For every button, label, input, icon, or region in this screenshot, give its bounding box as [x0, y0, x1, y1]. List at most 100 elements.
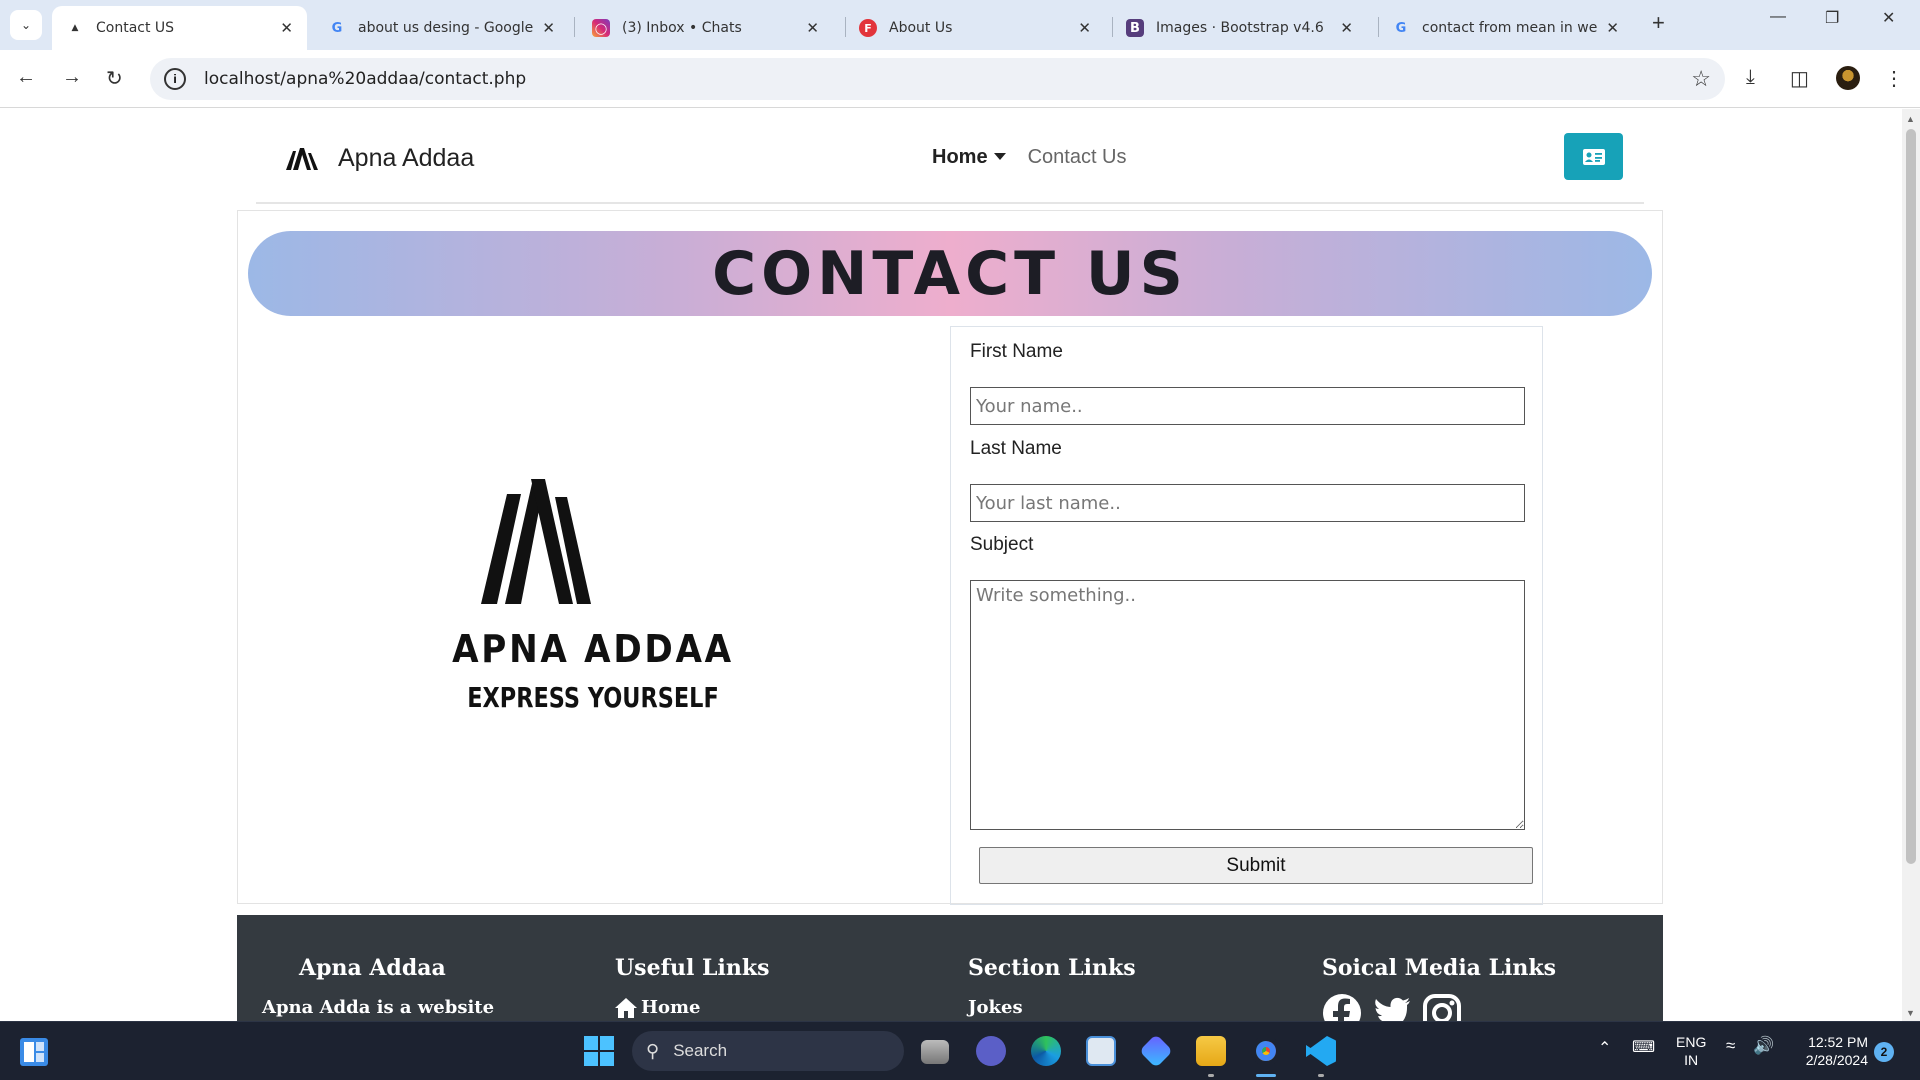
side-panel-icon[interactable]: ◫	[1790, 66, 1809, 91]
download-icon[interactable]: ⤓	[1746, 66, 1755, 89]
teams-chat-icon[interactable]	[976, 1036, 1006, 1066]
footer-home-label: Home	[641, 997, 701, 1018]
site-info-icon[interactable]: i	[164, 68, 186, 90]
show-hidden-icons-chevron-icon[interactable]: ⌃	[1598, 1038, 1611, 1058]
volume-icon[interactable]: 🔊	[1753, 1036, 1774, 1056]
running-indicator	[1208, 1074, 1214, 1077]
page-scrollbar[interactable]: ▲ ▼	[1902, 109, 1920, 1021]
brand[interactable]: Apna Addaa	[286, 144, 474, 173]
tab-separator	[574, 17, 575, 37]
clock-time: 12:52 PM	[1808, 1034, 1868, 1050]
language-indicator[interactable]: ENG IN	[1676, 1033, 1706, 1069]
footer-home-link[interactable]: Home	[615, 997, 770, 1018]
contact-banner: CONTACT US	[248, 231, 1652, 316]
scrollbar-thumb[interactable]	[1906, 129, 1916, 864]
subject-label: Subject	[970, 534, 1034, 555]
contact-section: CONTACT US APNA ADDAA EXPRESS YOURSELF F…	[237, 210, 1663, 905]
tab-about-us[interactable]: F About Us ✕	[845, 6, 1105, 50]
widgets-icon[interactable]	[20, 1038, 48, 1066]
footer-social-title: Soical Media Links	[1322, 955, 1557, 981]
close-icon[interactable]: ✕	[1340, 19, 1353, 37]
first-name-input[interactable]	[970, 387, 1525, 425]
logo-title: APNA ADDAA	[452, 627, 734, 671]
twitter-icon[interactable]	[1372, 993, 1412, 1021]
social-icons	[1322, 993, 1556, 1021]
subject-textarea[interactable]	[970, 580, 1525, 830]
reload-icon[interactable]: ↻	[106, 66, 123, 91]
first-name-label: First Name	[970, 341, 1063, 362]
scroll-down-icon[interactable]: ▼	[1906, 1008, 1915, 1018]
bookmark-star-icon[interactable]: ☆	[1691, 66, 1711, 92]
wifi-icon[interactable]: ≈	[1726, 1036, 1735, 1056]
facebook-icon[interactable]	[1322, 993, 1362, 1021]
nav-links: Home Contact Us	[932, 146, 1127, 169]
taskbar-search[interactable]: ⚲ Search	[632, 1031, 904, 1071]
apna-addaa-logo-image: APNA ADDAA EXPRESS YOURSELF	[238, 339, 948, 899]
site-footer: Apna Addaa Apna Adda is a website Useful…	[237, 915, 1663, 1021]
keyboard-icon[interactable]: ⌨	[1632, 1037, 1655, 1057]
home-icon	[615, 997, 637, 1018]
instagram-icon[interactable]	[1422, 993, 1462, 1021]
footer-section-title: Section Links	[968, 955, 1136, 981]
tab-bootstrap-images[interactable]: B Images · Bootstrap v4.6 ✕	[1112, 6, 1367, 50]
apna-addaa-mark-icon	[481, 479, 591, 604]
menu-kebab-icon[interactable]: ⋮	[1884, 66, 1904, 91]
vscode-icon[interactable]	[1306, 1036, 1336, 1066]
last-name-input[interactable]	[970, 484, 1525, 522]
chrome-icon[interactable]	[1251, 1036, 1281, 1066]
photos-icon[interactable]	[1086, 1036, 1116, 1066]
nav-contact-us[interactable]: Contact Us	[1028, 146, 1127, 169]
profile-avatar[interactable]	[1836, 66, 1860, 90]
url-text[interactable]: localhost/apna%20addaa/contact.php	[204, 69, 526, 89]
site-navbar: Apna Addaa Home Contact Us	[256, 109, 1644, 204]
clock-date: 2/28/2024	[1805, 1052, 1868, 1068]
scroll-up-icon[interactable]: ▲	[1906, 114, 1915, 124]
notification-badge[interactable]: 2	[1874, 1042, 1894, 1062]
forward-icon[interactable]: →	[62, 66, 82, 89]
tab-contact-form-search[interactable]: G contact from mean in web ✕	[1378, 6, 1633, 50]
page-title: CONTACT US	[712, 238, 1188, 309]
footer-about-text: Apna Adda is a website	[262, 997, 495, 1018]
close-icon[interactable]: ✕	[280, 19, 293, 37]
footer-about-title: Apna Addaa	[299, 955, 446, 981]
tab-label: contact from mean in web	[1422, 20, 1599, 36]
active-app-indicator	[1256, 1074, 1276, 1077]
close-icon[interactable]: ✕	[1078, 19, 1091, 37]
windows-start-icon[interactable]	[584, 1036, 614, 1066]
submit-button[interactable]: Submit	[979, 847, 1533, 884]
edge-icon[interactable]	[1031, 1036, 1061, 1066]
contact-card-button[interactable]	[1564, 133, 1623, 180]
apna-addaa-favicon: ▲	[71, 23, 79, 33]
logo-tagline: EXPRESS YOURSELF	[467, 681, 719, 714]
minimize-icon[interactable]: —	[1770, 8, 1786, 26]
bootstrap-icon: B	[1126, 19, 1144, 37]
tab-contact-us[interactable]: ▲ Contact US ✕	[52, 6, 307, 50]
window-close-icon[interactable]: ✕	[1882, 8, 1895, 28]
tab-label: Images · Bootstrap v4.6	[1156, 20, 1324, 36]
f-favicon: F	[859, 19, 877, 37]
back-icon[interactable]: ←	[16, 66, 36, 89]
restore-icon[interactable]: ❐	[1825, 8, 1839, 28]
footer-jokes-link[interactable]: Jokes	[968, 997, 1136, 1018]
footer-section-links: Section Links Jokes	[968, 955, 1136, 1018]
clock[interactable]: 12:52 PM 2/28/2024	[1794, 1033, 1868, 1069]
close-icon[interactable]: ✕	[542, 19, 555, 37]
tab-google-search[interactable]: G about us desing - Google Search ✕	[314, 6, 569, 50]
omnibox[interactable]: i localhost/apna%20addaa/contact.php ☆	[150, 58, 1725, 100]
last-name-label: Last Name	[970, 438, 1062, 459]
file-explorer-icon[interactable]	[1196, 1036, 1226, 1066]
copilot-icon[interactable]	[1139, 1034, 1173, 1068]
brand-name: Apna Addaa	[338, 144, 475, 172]
new-tab-icon[interactable]: +	[1652, 10, 1665, 36]
page-viewport: Apna Addaa Home Contact Us CONTACT US AP…	[0, 109, 1902, 1021]
close-icon[interactable]: ✕	[1606, 19, 1619, 37]
footer-useful-title: Useful Links	[615, 955, 770, 981]
tab-instagram-inbox[interactable]: ◯ (3) Inbox • Chats ✕	[578, 6, 833, 50]
close-icon[interactable]: ✕	[806, 19, 819, 37]
task-view-icon[interactable]	[921, 1040, 949, 1064]
browser-tab-bar: ⌄ ▲ Contact US ✕ G about us desing - Goo…	[0, 0, 1920, 50]
tab-label: about us desing - Google Search	[358, 20, 534, 36]
nav-home-dropdown[interactable]: Home	[932, 146, 1006, 169]
tab-search-button[interactable]: ⌄	[10, 10, 42, 40]
search-icon: ⚲	[646, 1040, 660, 1061]
